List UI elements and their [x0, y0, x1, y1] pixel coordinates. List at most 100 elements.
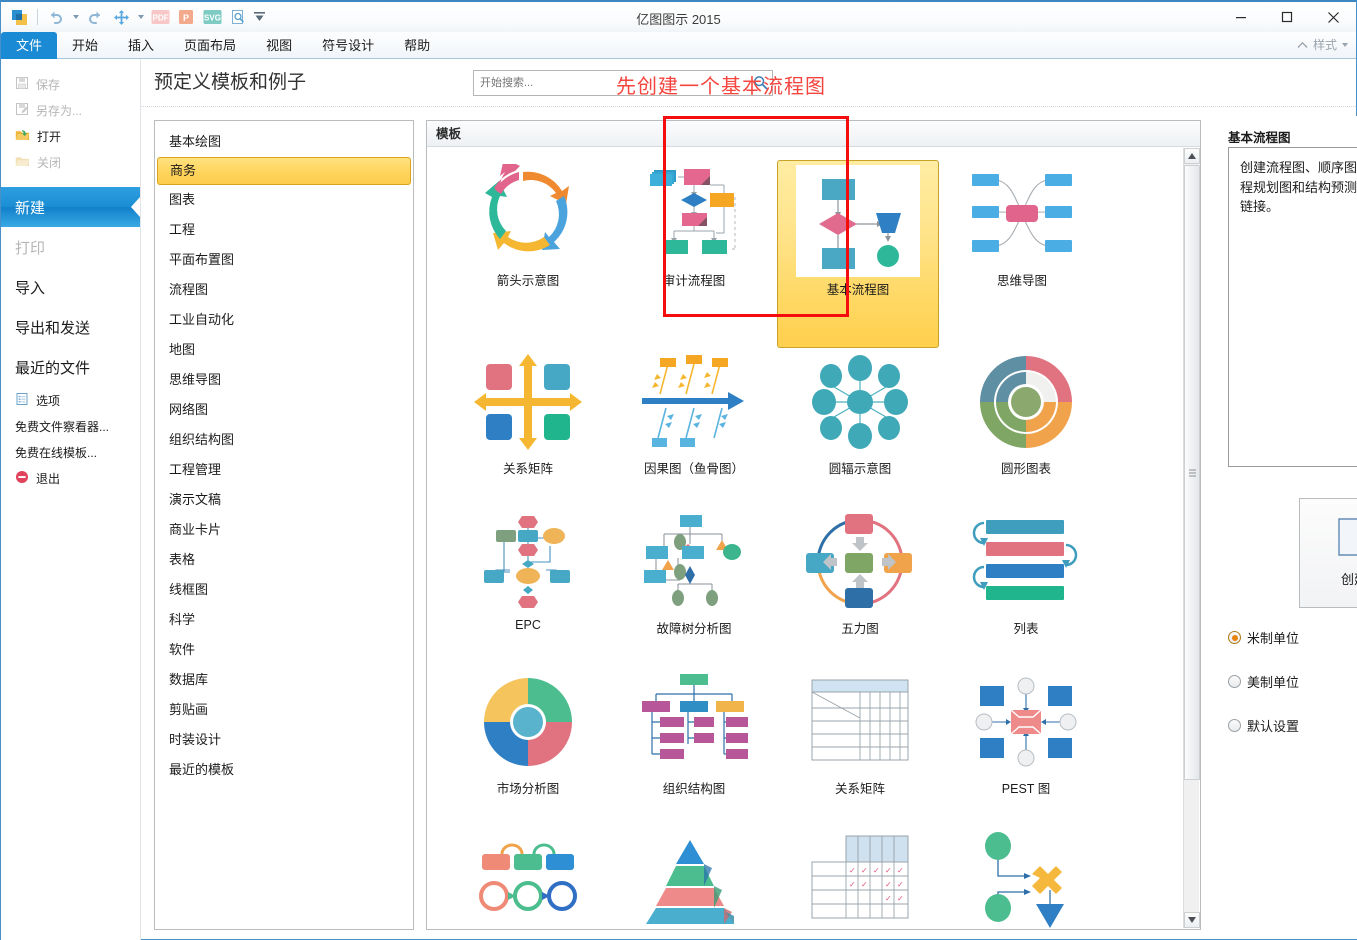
backstage-item-close[interactable]: 关闭 — [1, 149, 140, 175]
tab-symbol-design[interactable]: 符号设计 — [307, 32, 389, 59]
tab-insert[interactable]: 插入 — [113, 32, 169, 59]
category-item[interactable]: 剪贴画 — [155, 695, 413, 725]
scroll-up-icon[interactable] — [1184, 148, 1200, 164]
backstage-item-open[interactable]: 打开 — [1, 123, 140, 149]
backstage-item-save[interactable]: 保存 — [1, 71, 140, 97]
category-item[interactable]: 网络图 — [155, 395, 413, 425]
title-bar: PDF P SVG 亿图图示 2015 — [1, 2, 1356, 32]
category-item[interactable]: 工程 — [155, 215, 413, 245]
template-item[interactable]: 金字塔图 — [611, 828, 777, 929]
svg-text:✓: ✓ — [849, 880, 856, 889]
create-button[interactable]: 创建 — [1299, 498, 1357, 608]
template-item[interactable]: ✓✓✓✓✓ ✓✓✓✓ ✓✓ Six Sigma 矩阵 — [777, 828, 943, 929]
template-item[interactable]: 因果图（鱼骨图） — [611, 348, 777, 508]
template-item[interactable]: 箭头示意图 — [445, 160, 611, 320]
tab-file[interactable]: 文件 — [1, 32, 58, 59]
category-item[interactable]: 组织结构图 — [155, 425, 413, 455]
maximize-icon[interactable] — [1264, 2, 1310, 32]
category-item[interactable]: 科学 — [155, 605, 413, 635]
backstage-item-options[interactable]: 选项 — [1, 387, 140, 413]
template-item[interactable]: 关系矩阵 — [445, 348, 611, 508]
category-item[interactable]: 商业卡片 — [155, 515, 413, 545]
template-item[interactable]: 圆辐示意图 — [777, 348, 943, 508]
template-item[interactable]: 审计流程图 — [611, 160, 777, 320]
template-item-selected[interactable]: 基本流程图 — [777, 160, 939, 348]
search-icon[interactable] — [753, 75, 768, 95]
scroll-down-icon[interactable] — [1184, 912, 1200, 928]
template-label: 市场分析图 — [496, 782, 560, 796]
category-item[interactable]: 流程图 — [155, 275, 413, 305]
category-item[interactable]: 工业自动化 — [155, 305, 413, 335]
category-item[interactable]: 地图 — [155, 335, 413, 365]
list-thumb — [968, 508, 1084, 616]
fault-tree-thumb — [636, 508, 752, 616]
template-item[interactable]: 组织结构图 — [611, 668, 777, 828]
backstage-item-save-as[interactable]: 另存为... — [1, 97, 140, 123]
template-label: 思维导图 — [996, 274, 1047, 288]
tab-page-layout[interactable]: 页面布局 — [169, 32, 251, 59]
create-button-label: 创建 — [1340, 572, 1357, 587]
template-item[interactable]: 关系矩阵 — [777, 668, 943, 828]
template-item[interactable]: 列表 — [943, 508, 1109, 668]
category-item[interactable]: 思维导图 — [155, 365, 413, 395]
template-item[interactable]: 全面质量管理 — [943, 828, 1109, 929]
backstage-item-new[interactable]: 新建 — [1, 187, 140, 227]
category-item[interactable]: 平面布置图 — [155, 245, 413, 275]
backstage-menu: 保存 另存为... 打开 关闭 新建 打印 导入 导出和发送 最近的文件 选项 … — [1, 59, 141, 940]
category-item[interactable]: 数据库 — [155, 665, 413, 695]
svg-text:✓: ✓ — [885, 894, 892, 903]
minimize-icon[interactable] — [1218, 2, 1264, 32]
save-icon — [15, 76, 29, 93]
template-scrollbar[interactable] — [1183, 148, 1200, 928]
template-item[interactable]: 故障树分析图 — [611, 508, 777, 668]
category-item[interactable]: 图表 — [155, 185, 413, 215]
radial-thumb — [802, 348, 918, 456]
category-item[interactable]: 演示文稿 — [155, 485, 413, 515]
template-label: 基本流程图 — [826, 283, 890, 297]
category-item[interactable]: 工程管理 — [155, 455, 413, 485]
template-item[interactable]: EPC — [445, 508, 611, 668]
radio-selected-icon — [1228, 631, 1241, 644]
tab-view[interactable]: 视图 — [251, 32, 307, 59]
backstage-item-label: 导出和发送 — [15, 319, 91, 337]
template-item[interactable]: 圆形图表 — [943, 348, 1109, 508]
category-item[interactable]: 基本绘图 — [155, 127, 413, 157]
scrollbar-grip-icon — [1189, 467, 1196, 478]
unit-option-imperial[interactable]: 美制单位 — [1228, 672, 1299, 691]
category-item[interactable]: 线框图 — [155, 575, 413, 605]
category-item[interactable]: 最近的模板 — [155, 755, 413, 785]
backstage-item-recent-files[interactable]: 最近的文件 — [1, 347, 140, 387]
style-selector[interactable]: 样式 — [1297, 36, 1348, 53]
backstage-item-export-send[interactable]: 导出和发送 — [1, 307, 140, 347]
template-label: 故障树分析图 — [656, 622, 732, 636]
unit-option-metric[interactable]: 米制单位 — [1228, 628, 1299, 647]
backstage-item-label: 打印 — [15, 239, 46, 257]
category-list[interactable]: 基本绘图 商务 图表 工程 平面布置图 流程图 工业自动化 地图 思维导图 网络… — [154, 120, 414, 930]
category-item-selected[interactable]: 商务 — [157, 157, 411, 185]
scrollbar-thumb[interactable] — [1184, 165, 1200, 780]
category-item[interactable]: 表格 — [155, 545, 413, 575]
unit-option-default[interactable]: 默认设置 — [1228, 716, 1299, 735]
exit-icon — [15, 470, 29, 487]
backstage-item-import[interactable]: 导入 — [1, 267, 140, 307]
svg-text:✓: ✓ — [897, 880, 904, 889]
backstage-item-print[interactable]: 打印 — [1, 227, 140, 267]
search-input[interactable] — [473, 70, 773, 96]
backstage-item-exit[interactable]: 退出 — [1, 465, 140, 491]
template-label: PEST 图 — [1001, 782, 1051, 796]
category-item[interactable]: 时装设计 — [155, 725, 413, 755]
open-folder-icon — [15, 128, 30, 145]
template-item[interactable]: 市场分析图 — [445, 668, 611, 828]
close-icon[interactable] — [1310, 2, 1356, 32]
tab-home[interactable]: 开始 — [57, 32, 113, 59]
template-item[interactable]: PEST 图 — [943, 668, 1109, 828]
template-item[interactable]: 五力图 — [777, 508, 943, 668]
backstage-item-free-online-templates[interactable]: 免费在线模板... — [1, 439, 140, 465]
category-item[interactable]: 软件 — [155, 635, 413, 665]
tab-help[interactable]: 帮助 — [389, 32, 445, 59]
template-item[interactable]: 思维导图 — [939, 160, 1105, 320]
backstage-item-free-viewer[interactable]: 免费文件察看器... — [1, 413, 140, 439]
page-title: 预定义模板和例子 — [154, 72, 307, 93]
template-item[interactable]: 处理步骤 — [445, 828, 611, 929]
style-label: 样式 — [1312, 38, 1337, 52]
